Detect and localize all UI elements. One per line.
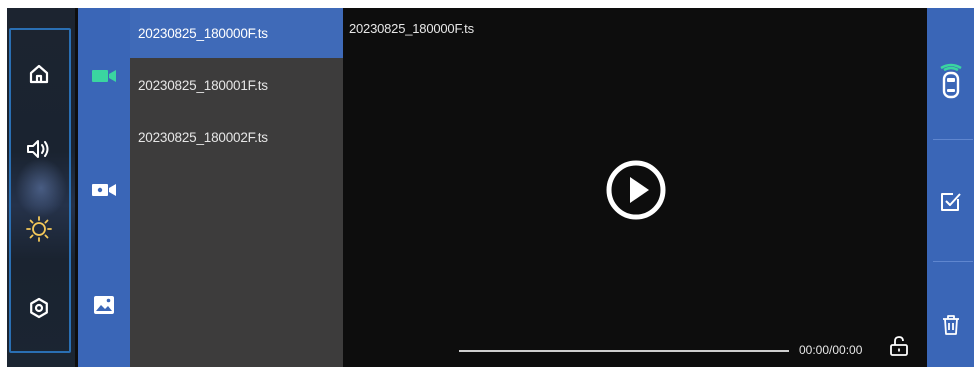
play-button[interactable] <box>605 159 667 221</box>
file-list-item[interactable]: 20230825_180000F.ts <box>130 8 343 58</box>
action-divider <box>933 261 973 262</box>
photo-camera-category-button[interactable] <box>88 176 120 204</box>
video-title: 20230825_180000F.ts <box>349 21 474 36</box>
file-list-item[interactable]: 20230825_180001F.ts <box>130 60 343 110</box>
image-category-button[interactable] <box>88 291 120 319</box>
file-name: 20230825_180000F.ts <box>138 25 268 41</box>
action-divider <box>933 139 973 140</box>
car-camera-icon <box>939 63 962 99</box>
video-camera-icon <box>92 70 116 82</box>
settings-button[interactable] <box>23 292 55 324</box>
volume-icon <box>27 140 49 158</box>
trash-icon <box>942 315 959 335</box>
action-bar <box>927 8 974 367</box>
brightness-icon <box>26 216 52 242</box>
dashcam-player-screen: 20230825_180000F.ts 20230825_180001F.ts … <box>7 8 974 367</box>
playback-time: 00:00/00:00 <box>799 343 863 357</box>
home-button[interactable] <box>23 58 55 90</box>
progress-bar[interactable] <box>459 350 789 352</box>
image-icon <box>94 296 114 314</box>
select-button[interactable] <box>927 181 974 221</box>
media-category-column <box>78 8 130 367</box>
volume-button[interactable] <box>23 133 55 165</box>
system-sidebar <box>7 8 75 367</box>
file-list: 20230825_180000F.ts 20230825_180001F.ts … <box>130 8 343 367</box>
play-icon <box>606 160 666 220</box>
video-category-button[interactable] <box>88 62 120 90</box>
brightness-button[interactable] <box>23 213 55 245</box>
file-list-item[interactable]: 20230825_180002F.ts <box>130 112 343 162</box>
select-check-icon <box>940 193 961 211</box>
file-name: 20230825_180002F.ts <box>138 129 268 145</box>
lock-button[interactable] <box>888 335 910 357</box>
settings-icon <box>30 297 48 319</box>
unlock-icon <box>890 336 908 356</box>
delete-button[interactable] <box>927 305 974 345</box>
file-name: 20230825_180001F.ts <box>138 77 268 93</box>
sidebar-glow <box>15 158 67 218</box>
camera-icon <box>92 184 116 196</box>
camera-view-button[interactable] <box>927 60 974 100</box>
video-player[interactable]: 20230825_180000F.ts 00:00/00:00 <box>343 8 927 367</box>
home-icon <box>29 64 49 84</box>
